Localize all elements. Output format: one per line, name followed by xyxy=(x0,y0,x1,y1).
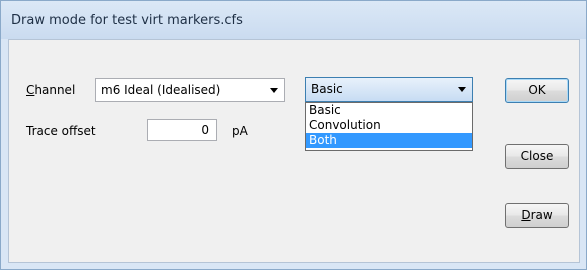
draw-mode-option-both[interactable]: Both xyxy=(306,133,472,148)
draw-mode-select[interactable]: Basic xyxy=(305,77,473,102)
trace-offset-input[interactable]: 0 xyxy=(147,119,217,141)
channel-label-text: hannel xyxy=(34,83,76,97)
close-button[interactable]: Close xyxy=(505,144,569,169)
chevron-down-icon[interactable] xyxy=(458,87,466,92)
trace-offset-label: Trace offset xyxy=(26,124,96,138)
draw-button[interactable]: Draw xyxy=(505,203,569,228)
title-bar[interactable]: Draw mode for test virt markers.cfs xyxy=(1,1,586,39)
window-title: Draw mode for test virt markers.cfs xyxy=(11,13,243,28)
ok-button[interactable]: OK xyxy=(505,78,569,103)
channel-select-value: m6 Ideal (Idealised) xyxy=(101,83,221,97)
draw-button-label: raw xyxy=(530,208,553,222)
trace-offset-unit: pA xyxy=(232,124,248,138)
dialog-window: Draw mode for test virt markers.cfs Chan… xyxy=(0,0,587,270)
dialog-client-area: Channel m6 Ideal (Idealised) Trace offse… xyxy=(8,39,580,263)
draw-button-accelerator: D xyxy=(521,208,531,222)
channel-select[interactable]: m6 Ideal (Idealised) xyxy=(95,78,285,102)
draw-mode-option-basic[interactable]: Basic xyxy=(306,103,472,118)
channel-label: Channel xyxy=(26,83,75,97)
draw-mode-dropdown-list: Basic Convolution Both xyxy=(305,102,473,151)
draw-mode-option-convolution[interactable]: Convolution xyxy=(306,118,472,133)
chevron-down-icon[interactable] xyxy=(270,88,278,93)
draw-mode-select-value: Basic xyxy=(311,82,343,96)
